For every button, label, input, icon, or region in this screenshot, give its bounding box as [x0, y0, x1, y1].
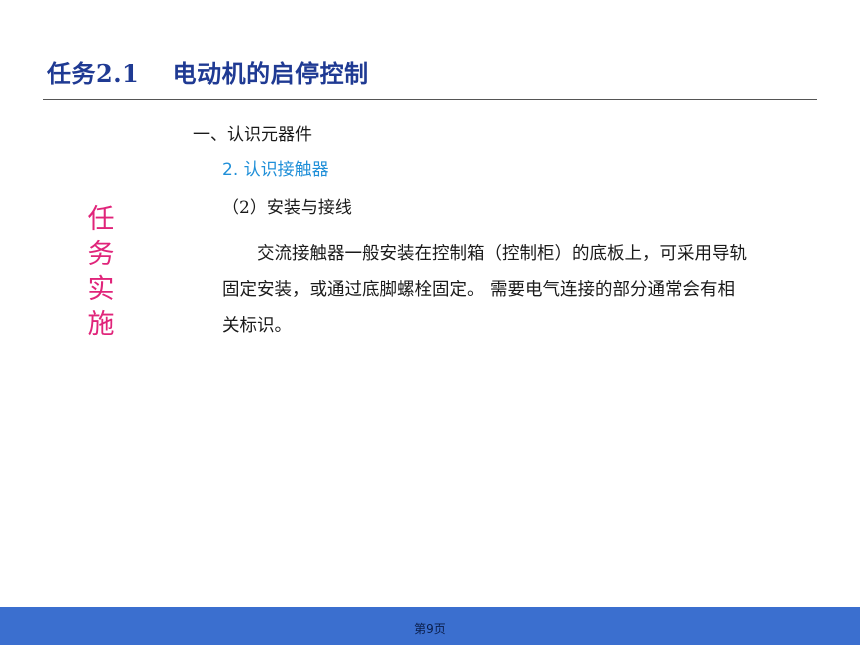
side-label-task-implementation: 任 务 实 施: [84, 202, 118, 342]
paragraph-line: 关标识。: [222, 316, 292, 336]
paragraph-line: 固定安装，或通过底脚螺栓固定。 需要电气连接的部分通常会有相: [222, 280, 736, 300]
side-label-char: 施: [87, 309, 115, 340]
side-label-char: 实: [87, 274, 115, 305]
page-number: 第9页: [414, 622, 446, 636]
topic-heading: （2）安装与接线: [222, 198, 352, 218]
side-label-char: 任: [87, 204, 115, 235]
subsection-heading: 2. 认识接触器: [222, 160, 329, 180]
side-label-char: 务: [87, 239, 115, 270]
body-paragraph: 交流接触器一般安装在控制箱（控制柜）的底板上，可采用导轨 固定安装，或通过底脚螺…: [222, 236, 860, 344]
paragraph-line: 交流接触器一般安装在控制箱（控制柜）的底板上，可采用导轨: [222, 244, 747, 264]
slide-title: 任务2.1 电动机的启停控制: [47, 59, 369, 88]
title-divider: [43, 99, 817, 100]
section-heading: 一、认识元器件: [193, 125, 312, 145]
